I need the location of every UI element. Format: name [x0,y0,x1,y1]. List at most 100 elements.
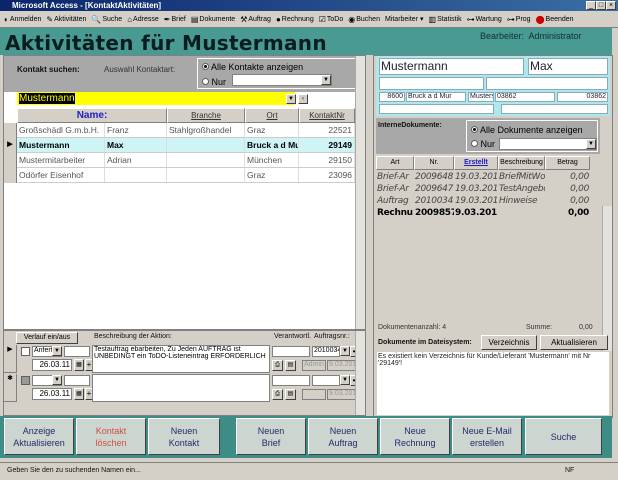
button-anzeige-aktualisieren[interactable]: Anzeige Aktualisieren [4,418,74,455]
column-header-name[interactable]: Name: [17,108,167,123]
last-name-field[interactable]: Mustermann [379,58,524,75]
city-field[interactable]: Bruck a d Mur [406,92,466,102]
document-row[interactable]: Rechnu20098579.03.2011 0,00 [376,208,600,219]
checkbox[interactable] [21,376,30,385]
table-row[interactable]: Odörfer Eisenhof Graz 23096 [4,168,355,183]
history-toggle-button[interactable]: Verlauf ein/aus [16,332,78,344]
responsible-select[interactable] [272,375,310,386]
scrollbar[interactable] [602,206,612,351]
record-selector[interactable] [4,168,17,183]
button-neuen-kontakt[interactable]: Neuen Kontakt [148,418,220,455]
toolbar-statistik-button[interactable]: ▥ Statistik [429,15,462,24]
toolbar-todo-button[interactable]: ☑ ToDo [319,15,344,24]
column-header-art[interactable]: Art [376,156,414,170]
chevron-down-icon[interactable]: ▼ [586,139,596,149]
search-dropdown-button[interactable]: ▼ [286,94,296,104]
responsible-select[interactable] [272,346,310,357]
phone-field[interactable]: 03862 [495,92,555,102]
clear-search-button[interactable]: ‹ [298,94,308,104]
order-number-select[interactable]: 2010034 [312,346,340,357]
print-icon[interactable]: ⎙ [272,360,283,371]
toolbar-prog-button[interactable]: ⊶ Prog [507,15,531,24]
search-input[interactable]: Mustermann [17,92,295,105]
table-row[interactable]: Großschädl G.m.b.H. Franz Stahlgroßhandel G… [4,123,355,138]
refresh-documents-button[interactable]: Aktualisieren [540,335,608,350]
description-field[interactable]: Testauftrag ebarbeiten, Zu Jeden AUFTRAG… [92,345,270,373]
toolbar-adresse-button[interactable]: ⌂ Adresse [127,15,159,24]
scrollbar[interactable] [355,56,365,329]
toolbar-anmelden-button[interactable]: ◐ Anmelden [4,15,41,24]
toolbar-mitarbeiter-button[interactable]: Mitarbeiter ▾ [385,15,424,23]
notes-icon[interactable]: ▤ [285,360,296,371]
button-neue-rechnung[interactable]: Neue Rechnung [380,418,450,455]
document-row[interactable]: Brief-Ar 200964819.03.2011BriefMitWo 0,00 [376,172,600,183]
radio-all-contacts[interactable]: Alle Kontakte anzeigen [202,62,303,72]
activity-subtype-select[interactable] [64,346,90,357]
date-field[interactable]: 26.03.11 [32,388,72,400]
chevron-down-icon[interactable]: ▼ [340,346,350,356]
button-suche[interactable]: Suche [525,418,602,455]
toolbar-aktivitäten-button[interactable]: ✎ Aktivitäten [46,15,86,24]
document-row[interactable]: Brief-Ar 200964719.03.2011TestAngebo 0,00 [376,184,600,195]
table-row[interactable]: Mustermitarbeiter Adrian München 29150 [4,153,355,168]
toolbar-wartung-button[interactable]: ⊶ Wartung [467,15,502,24]
checkbox[interactable] [21,347,30,356]
column-header-beschreibung[interactable]: Beschreibung [498,156,545,170]
toolbar-beenden-button[interactable]: ⬤ Beenden [536,15,574,24]
minimize-button[interactable]: _ [586,1,596,10]
extra-field[interactable] [379,104,494,114]
record-selector[interactable] [4,123,17,138]
document-row[interactable]: Auftrag 201003419.03.2011Hinweise 0,00 [376,196,600,207]
chevron-down-icon[interactable]: ▼ [340,375,350,385]
column-header-erstellt[interactable]: Erstellt [454,156,498,170]
address-field[interactable] [379,77,484,90]
short-name-field[interactable]: Musters [468,92,494,102]
extra2-field[interactable] [501,104,608,114]
date-field[interactable]: 26.03.11 [32,359,72,371]
button-neuen-auftrag[interactable]: Neuen Auftrag [308,418,378,455]
calendar-icon[interactable]: ▦ [74,388,84,400]
column-header-branche[interactable]: Branche [167,108,245,123]
directory-button[interactable]: Verzeichnis [481,335,537,350]
cell-desc: BriefMitWo [499,172,545,182]
close-button[interactable]: × [606,1,616,10]
toolbar-suche-button[interactable]: 🔍 Suche [91,15,122,24]
description-field[interactable] [92,374,270,402]
table-row[interactable]: ▶ Mustermann Max Bruck a d Mur 29149 [4,138,355,153]
contact-type-select[interactable]: ▼ [232,74,332,86]
toolbar-buchen-button[interactable]: ◉ Buchen [348,15,380,24]
scrollbar[interactable] [355,331,365,415]
activity-subtype-select[interactable] [64,375,90,386]
chevron-down-icon[interactable]: ▼ [321,75,331,85]
radio-all-documents[interactable]: Alle Dokumente anzeigen [471,125,583,135]
record-selector[interactable] [4,153,17,168]
chevron-down-icon[interactable]: ▼ [52,346,62,356]
record-selector[interactable]: ▶ [4,345,17,373]
first-name-field[interactable]: Max [528,58,608,75]
button-neuen-brief[interactable]: Neuen Brief [236,418,306,455]
document-type-select[interactable]: ▼ [499,138,597,150]
phone2-field[interactable]: 03862 [557,92,608,102]
column-header-ort[interactable]: Ort [245,108,299,123]
zip-field[interactable]: 8600 [379,92,405,102]
record-selector[interactable]: ▶ [4,138,17,153]
radio-only-documents[interactable]: Nur [471,139,495,149]
column-header-nr[interactable]: Nr. [414,156,454,170]
calendar-icon[interactable]: ▦ [74,359,84,371]
record-selector[interactable]: ✱ [4,374,17,402]
column-header-betrag[interactable]: Betrag [545,156,590,170]
toolbar-auftrag-button[interactable]: ⚒ Auftrag [240,15,271,24]
order-number-select[interactable] [312,375,340,386]
notes-icon[interactable]: ▤ [285,389,296,400]
button-kontakt-löschen[interactable]: Kontakt löschen [76,418,146,455]
address2-field[interactable] [486,77,608,90]
toolbar-dokumente-button[interactable]: ▤ Dokumente [191,15,235,24]
column-header-kontaktnr[interactable]: KontaktNr [299,108,355,123]
radio-only[interactable]: Nur [202,77,226,87]
toolbar-rechnung-button[interactable]: ● Rechnung [276,15,314,24]
button-neue-e-mail-erstellen[interactable]: Neue E-Mail erstellen [452,418,522,455]
print-icon[interactable]: ⎙ [272,389,283,400]
maximize-button[interactable]: □ [596,1,606,10]
toolbar-brief-button[interactable]: ✒ Brief [164,15,186,24]
chevron-down-icon[interactable]: ▼ [52,375,62,385]
